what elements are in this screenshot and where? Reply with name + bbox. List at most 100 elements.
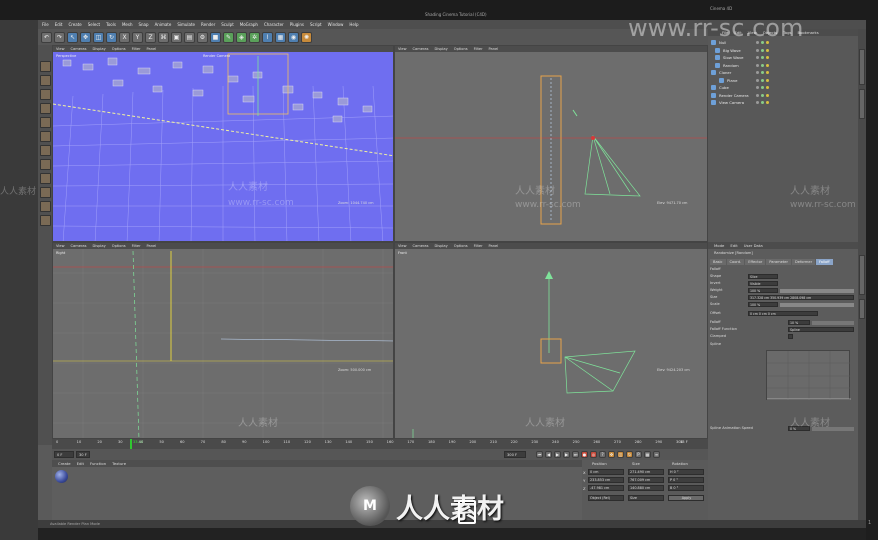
size-fields[interactable]: 317.328 cm 350.939 cm 2808.098 cm <box>748 295 854 300</box>
tag-icon[interactable] <box>766 56 769 59</box>
visibility-dots[interactable] <box>756 93 769 97</box>
menu-item[interactable]: Simulate <box>177 22 195 27</box>
mat-menu-function[interactable]: Function <box>90 461 106 466</box>
menu-item[interactable]: Script <box>310 22 322 27</box>
goto-start-icon[interactable]: ⏮ <box>536 451 543 458</box>
object-row[interactable]: Cloner <box>708 69 858 76</box>
z-axis-icon[interactable]: Z <box>145 31 156 43</box>
menu-item[interactable]: File <box>42 22 49 27</box>
mat-menu-create[interactable]: Create <box>58 461 71 466</box>
render-settings-icon[interactable]: ⚙ <box>197 31 208 43</box>
position-y-field[interactable]: 233.853 cm <box>588 477 624 483</box>
object-row[interactable]: Render Camera <box>708 92 858 99</box>
tab-effector[interactable]: Effector <box>745 259 766 265</box>
mat-menu-texture[interactable]: Texture <box>112 461 126 466</box>
locked-workplane-icon[interactable] <box>39 201 51 212</box>
object-row[interactable]: Plane <box>708 77 858 84</box>
record-icon[interactable]: ● <box>581 451 588 458</box>
scale-icon[interactable]: ◫ <box>93 31 104 43</box>
visibility-dots[interactable] <box>756 71 769 74</box>
scale-slider[interactable] <box>780 303 854 307</box>
edges-mode-icon[interactable] <box>39 131 51 142</box>
timeline-playhead[interactable] <box>130 439 132 449</box>
object-row[interactable]: View Camera <box>708 99 858 106</box>
apply-button[interactable]: Apply <box>668 495 704 501</box>
menu-item[interactable]: Sculpt <box>221 22 234 27</box>
rotation-b-field[interactable]: B 0 ° <box>668 485 704 491</box>
visibility-dots[interactable] <box>756 48 769 52</box>
editor-visibility-icon[interactable] <box>756 86 759 89</box>
live-selection-icon[interactable]: ↖ <box>67 31 78 43</box>
menu-item[interactable]: Snap <box>138 22 148 27</box>
tab-coord[interactable]: Coord. <box>726 259 745 265</box>
render-view-icon[interactable]: ▣ <box>171 31 182 43</box>
texture-mode-icon[interactable] <box>39 89 51 100</box>
nurbs-icon[interactable]: ◈ <box>236 31 247 43</box>
menu-item[interactable]: MoGraph <box>240 22 258 27</box>
make-editable-icon[interactable] <box>39 61 51 72</box>
position-key-icon[interactable]: ✥ <box>608 451 615 458</box>
scale-field[interactable]: 100 % <box>748 302 778 307</box>
am-menu-mode[interactable]: Mode <box>714 243 724 248</box>
spline-graph[interactable] <box>766 350 851 401</box>
editor-visibility-icon[interactable] <box>756 93 759 97</box>
points-mode-icon[interactable] <box>39 117 51 128</box>
workplane-icon[interactable] <box>39 103 51 114</box>
side-tab-attributes[interactable] <box>859 255 865 295</box>
polygons-mode-icon[interactable] <box>39 145 51 156</box>
cube-icon[interactable]: ■ <box>210 31 221 43</box>
tab-falloff[interactable]: Falloff <box>816 259 833 265</box>
menu-item[interactable]: Create <box>68 22 81 27</box>
scene-icon[interactable]: ▦ <box>275 31 286 43</box>
play-icon[interactable]: ▶ <box>554 451 561 458</box>
object-row[interactable]: Random <box>708 62 858 69</box>
autokey-icon[interactable]: ◎ <box>590 451 597 458</box>
y-axis-icon[interactable]: Y <box>132 31 143 43</box>
menu-item[interactable]: Mesh <box>122 22 133 27</box>
array-icon[interactable]: ✲ <box>249 31 260 43</box>
menu-item[interactable]: Animate <box>155 22 172 27</box>
editor-visibility-icon[interactable] <box>756 71 759 74</box>
enable-check-icon[interactable] <box>761 86 764 89</box>
tag-icon[interactable] <box>766 101 769 104</box>
viewport-front[interactable]: View Cameras Display Options Filter Pane… <box>394 242 708 439</box>
tag-icon[interactable] <box>766 78 769 82</box>
editor-visibility-icon[interactable] <box>756 101 759 104</box>
model-mode-icon[interactable] <box>39 75 51 86</box>
side-tab-objects[interactable] <box>859 49 865 85</box>
tab-basic[interactable]: Basic <box>710 259 726 265</box>
menu-item[interactable]: Select <box>88 22 100 27</box>
key-selection-icon[interactable]: ? <box>599 451 606 458</box>
pla-key-icon[interactable]: ▦ <box>644 451 651 458</box>
deformer-icon[interactable]: ⌇ <box>262 31 273 43</box>
size-mode-dropdown[interactable]: Size <box>628 495 664 501</box>
end-frame-field[interactable]: 300 F <box>504 451 526 458</box>
enable-check-icon[interactable] <box>761 63 764 67</box>
menu-item[interactable]: Render <box>201 22 215 27</box>
tag-icon[interactable] <box>766 71 769 74</box>
menu-item[interactable]: Window <box>328 22 344 27</box>
viewport-top[interactable]: View Cameras Display Options Filter Pane… <box>394 45 708 242</box>
am-menu-userdata[interactable]: User Data <box>744 243 763 248</box>
weight-field[interactable]: 100 % <box>748 288 778 293</box>
enable-check-icon[interactable] <box>761 56 764 59</box>
start-frame-field[interactable]: 0 F <box>54 451 74 458</box>
enable-check-icon[interactable] <box>761 71 764 74</box>
timeline-ruler[interactable]: 33.40 33 F 0 10 20 30 40 50 60 70 80 90 100 110 120 1… <box>52 439 708 449</box>
editor-visibility-icon[interactable] <box>756 56 759 59</box>
menu-item[interactable]: Tools <box>106 22 116 27</box>
move-icon[interactable]: ✥ <box>80 31 91 43</box>
snap-icon[interactable] <box>39 187 51 198</box>
rotation-p-field[interactable]: P 0 ° <box>668 477 704 483</box>
clamped-checkbox[interactable] <box>788 334 793 339</box>
am-menu-edit[interactable]: Edit <box>730 243 737 248</box>
enable-check-icon[interactable] <box>761 101 764 104</box>
size-z-field[interactable]: 140.880 cm <box>628 485 664 491</box>
position-z-field[interactable]: -47.981 cm <box>588 485 624 491</box>
visibility-dots[interactable] <box>756 86 769 89</box>
object-row[interactable]: Big Wave <box>708 47 858 54</box>
side-tab-takes[interactable] <box>859 89 865 119</box>
shape-dropdown[interactable]: Slice <box>748 274 778 279</box>
x-axis-icon[interactable]: X <box>119 31 130 43</box>
size-y-field[interactable]: 767.009 cm <box>628 477 664 483</box>
